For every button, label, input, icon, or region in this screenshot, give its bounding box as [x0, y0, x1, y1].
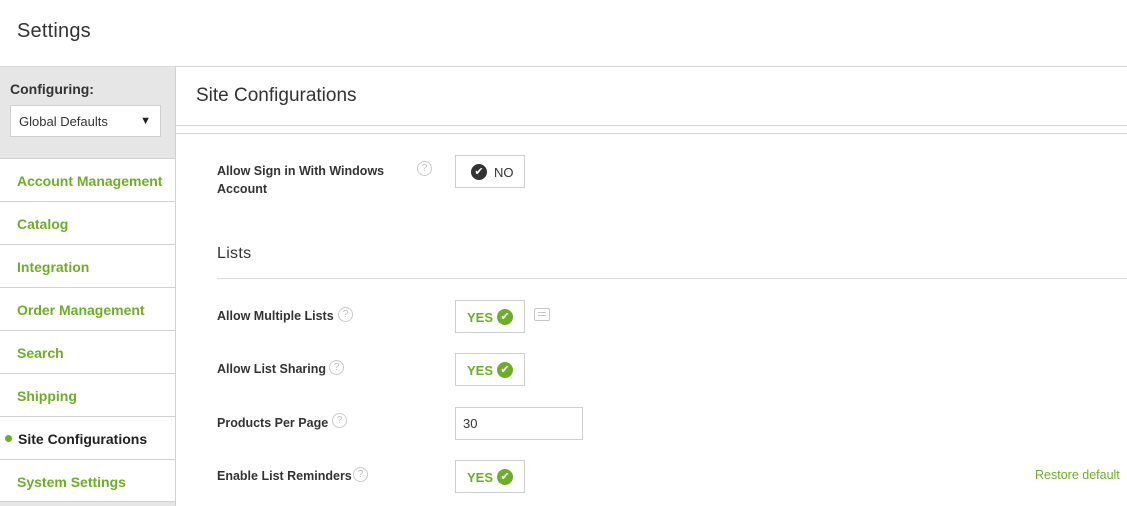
sidebar-item-label: Integration — [17, 259, 90, 275]
sidebar-item-label: Shipping — [17, 388, 77, 404]
toggle-value: NO — [494, 165, 514, 180]
sidebar-item-label: Catalog — [17, 216, 69, 232]
enable-list-reminders-label: Enable List Reminders — [217, 469, 352, 483]
sidebar-item-account-management[interactable]: Account Management — [0, 158, 175, 201]
sidebar-item-label: Site Configurations — [18, 431, 148, 447]
check-circle-icon: ✔ — [497, 309, 513, 325]
allow-list-sharing-label: Allow List Sharing — [217, 362, 327, 376]
products-per-page-label: Products Per Page — [217, 416, 329, 430]
windows-signin-label: Allow Sign in With Windows Account — [217, 164, 385, 196]
configuring-select[interactable]: Global Defaults ▼ — [10, 105, 161, 137]
allow-multiple-lists-label: Allow Multiple Lists — [217, 309, 334, 323]
divider — [176, 133, 1127, 134]
toggle-value: YES — [467, 363, 494, 378]
lists-section-title: Lists — [217, 245, 252, 262]
sidebar-nav: Account Management Catalog Integration O… — [0, 158, 175, 502]
allow-list-sharing-toggle[interactable]: YES ✔ — [455, 353, 525, 386]
windows-signin-toggle[interactable]: ✔ NO — [455, 155, 525, 188]
sidebar-item-label: System Settings — [17, 474, 126, 490]
active-indicator-dot — [5, 435, 12, 442]
top-header: Settings — [0, 0, 1127, 67]
allow-multiple-lists-toggle[interactable]: YES ✔ — [455, 300, 525, 333]
toggle-value: YES — [467, 470, 494, 485]
products-per-page-input[interactable] — [455, 407, 583, 440]
sidebar-item-search[interactable]: Search — [0, 330, 175, 373]
sidebar-item-integration[interactable]: Integration — [0, 244, 175, 287]
configuring-select-value: Global Defaults — [19, 114, 108, 129]
caret-down-icon: ▼ — [140, 115, 151, 127]
check-circle-icon: ✔ — [471, 164, 487, 180]
enable-list-reminders-toggle[interactable]: YES ✔ — [455, 460, 525, 493]
page-title: Site Configurations — [196, 85, 357, 106]
toggle-value: YES — [467, 310, 494, 325]
sidebar-item-label: Account Management — [17, 173, 163, 189]
main-content: Site Configurations Allow Sign in With W… — [176, 67, 1127, 506]
check-circle-icon: ✔ — [497, 362, 513, 378]
question-circle-icon[interactable]: ? — [417, 161, 432, 176]
sidebar-item-label: Search — [17, 345, 64, 361]
configuring-label: Configuring: — [10, 81, 94, 97]
sidebar-item-shipping[interactable]: Shipping — [0, 373, 175, 416]
question-circle-icon[interactable]: ? — [332, 413, 347, 428]
section-divider — [217, 278, 1127, 279]
sidebar-item-system-settings[interactable]: System Settings — [0, 459, 175, 502]
sidebar-item-label: Order Management — [17, 302, 145, 318]
sidebar: Configuring: Global Defaults ▼ Account M… — [0, 67, 176, 506]
sidebar-item-order-management[interactable]: Order Management — [0, 287, 175, 330]
question-circle-icon[interactable]: ? — [338, 307, 353, 322]
page-header-title: Settings — [17, 20, 91, 42]
configuring-panel: Configuring: Global Defaults ▼ — [0, 67, 175, 159]
restore-default-link[interactable]: Restore default — [1035, 468, 1120, 482]
comment-icon[interactable] — [534, 308, 550, 321]
check-circle-icon: ✔ — [497, 469, 513, 485]
sidebar-item-site-configurations[interactable]: Site Configurations — [0, 416, 175, 459]
question-circle-icon[interactable]: ? — [329, 360, 344, 375]
question-circle-icon[interactable]: ? — [353, 467, 368, 482]
sidebar-item-catalog[interactable]: Catalog — [0, 201, 175, 244]
divider — [176, 125, 1127, 126]
